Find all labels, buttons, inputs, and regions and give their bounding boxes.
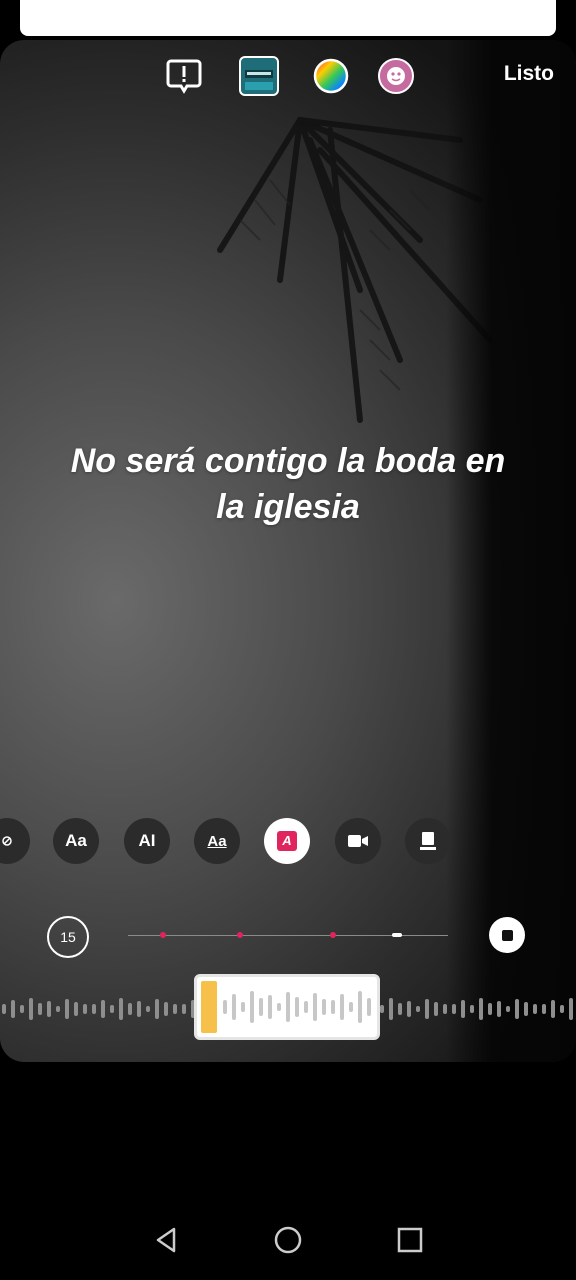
story-editor-screen: Listo No será contigo la boda en la igle… bbox=[0, 0, 576, 1280]
home-icon[interactable] bbox=[268, 1220, 308, 1260]
timeline-marker[interactable] bbox=[160, 932, 167, 938]
no-style-icon[interactable] bbox=[0, 818, 30, 864]
style-underline-label: Aa bbox=[207, 832, 227, 850]
selected-waveform bbox=[223, 991, 371, 1023]
back-icon[interactable] bbox=[146, 1220, 186, 1260]
story-text-overlay[interactable]: No será contigo la boda en la iglesia bbox=[40, 438, 536, 530]
color-wheel-icon[interactable] bbox=[311, 56, 351, 96]
keep-icon[interactable] bbox=[405, 818, 451, 864]
top-panel-edge bbox=[20, 0, 556, 36]
style-highlight-button[interactable]: A bbox=[264, 818, 310, 864]
timeline-bar: 15 bbox=[0, 916, 576, 960]
story-text-line-1: No será contigo la boda en bbox=[70, 442, 506, 480]
music-cover-icon[interactable] bbox=[239, 56, 279, 96]
stop-icon bbox=[501, 929, 513, 941]
report-icon[interactable] bbox=[164, 56, 204, 96]
style-highlight-label: A bbox=[277, 831, 297, 851]
style-bold-button[interactable]: AI bbox=[124, 818, 170, 864]
text-style-selector: Aa AI Aa A bbox=[0, 818, 576, 866]
style-typewriter-label: Aa bbox=[65, 831, 87, 850]
story-canvas[interactable] bbox=[0, 40, 576, 1062]
recents-icon[interactable] bbox=[390, 1220, 430, 1260]
duration-button[interactable]: 15 bbox=[47, 916, 89, 958]
timeline-marker[interactable] bbox=[329, 932, 336, 938]
story-text-line-2: la iglesia bbox=[216, 488, 360, 526]
done-button[interactable]: Listo bbox=[504, 62, 554, 86]
audio-clip-selector[interactable] bbox=[194, 974, 380, 1040]
clip-start-handle[interactable] bbox=[201, 981, 217, 1033]
timeline-marker[interactable] bbox=[237, 932, 243, 938]
style-typewriter-button[interactable]: Aa bbox=[53, 818, 99, 864]
stop-button[interactable] bbox=[489, 917, 525, 953]
video-icon[interactable] bbox=[335, 818, 381, 864]
dark-shadow-area bbox=[446, 40, 576, 1062]
top-toolbar bbox=[0, 56, 576, 100]
effect-face-icon[interactable] bbox=[376, 56, 416, 96]
style-underline-button[interactable]: Aa bbox=[194, 818, 240, 864]
style-bold-label: AI bbox=[138, 831, 156, 850]
playhead[interactable] bbox=[391, 933, 402, 937]
system-nav-bar bbox=[0, 1206, 576, 1280]
